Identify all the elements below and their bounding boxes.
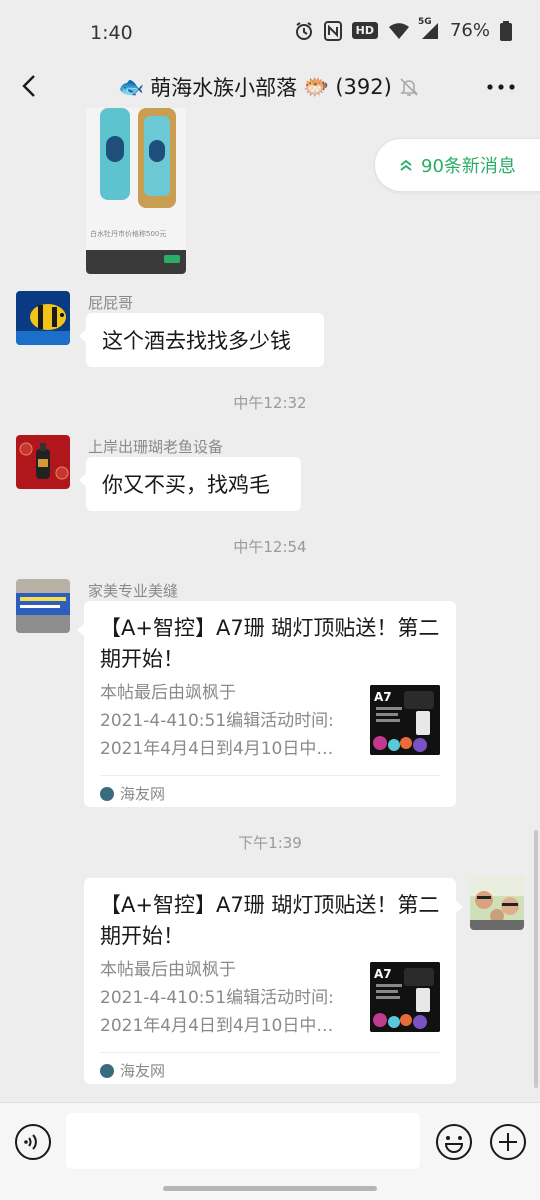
sender-name: 家美专业美缝 — [88, 582, 179, 600]
link-thumbnail: A7 — [370, 685, 440, 755]
chat-area[interactable]: 白水牡丹市价格称500元 90条新消息 屁屁哥 这个酒去找找多少钱 中午12:3… — [0, 108, 540, 1102]
emoji-icon — [436, 1124, 472, 1160]
message-bubble[interactable]: 这个酒去找找多少钱 — [79, 313, 324, 367]
thumb-label: A7 — [374, 967, 392, 981]
fish-avatar-image — [16, 291, 70, 345]
status-time: 1:40 — [90, 22, 133, 44]
link-source: 海友网 — [100, 783, 165, 804]
link-desc-line: 2021-4-410:51编辑活动时间: — [100, 988, 334, 1008]
link-desc-line: 2021-4-410:51编辑活动时间: — [100, 711, 334, 731]
image-caption: 白水牡丹市价格称500元 — [90, 229, 166, 238]
message-text: 这个酒去找找多少钱 — [102, 329, 291, 353]
more-button[interactable] — [486, 78, 516, 90]
source-name: 海友网 — [120, 1062, 166, 1080]
liquor-bottles-image: 白水牡丹市价格称500元 — [86, 108, 186, 274]
thumb-label: A7 — [374, 690, 392, 704]
link-description: 本帖最后由飒枫于 2021-4-410:51编辑活动时间: 2021年4月4日到… — [100, 679, 354, 763]
time-separator: 下午1:39 — [238, 834, 302, 852]
title-emoji-right: 🐡 — [303, 74, 330, 99]
title-emoji-left: 🐟 — [118, 74, 145, 99]
new-messages-label: 90条新消息 — [421, 156, 516, 177]
sender-name: 上岸出珊瑚老鱼设备 — [88, 438, 224, 456]
wifi-icon — [388, 22, 410, 40]
message-input[interactable] — [66, 1113, 420, 1169]
status-bar: 1:40 HD 5G 76% — [0, 0, 540, 64]
emoji-button[interactable] — [435, 1123, 473, 1161]
home-indicator[interactable] — [163, 1186, 377, 1191]
chat-title: 🐟 萌海水族小部落 🐡 (392) — [118, 72, 420, 102]
sender-name: 屁屁哥 — [88, 294, 134, 312]
group-name: 萌海水族小部落 — [150, 76, 298, 100]
message-text: 你又不买，找鸡毛 — [102, 473, 270, 497]
alarm-icon — [294, 21, 314, 41]
back-icon — [22, 75, 35, 97]
link-title: 【A+智控】A7珊 瑚灯顶贴送！第二期开始！ — [100, 616, 440, 671]
network-label: 5G — [417, 16, 432, 27]
link-title: 【A+智控】A7珊 瑚灯顶贴送！第二期开始！ — [100, 893, 440, 948]
link-divider — [100, 775, 440, 776]
my-avatar[interactable] — [470, 876, 524, 930]
plus-icon — [490, 1124, 526, 1160]
avatar[interactable] — [16, 579, 70, 633]
hd-icon: HD — [351, 22, 378, 39]
voice-icon — [15, 1124, 51, 1160]
plus-button[interactable] — [489, 1123, 527, 1161]
scrollbar[interactable] — [534, 830, 538, 1088]
link-thumbnail: A7 — [370, 962, 440, 1032]
image-message[interactable]: 白水牡丹市价格称500元 — [86, 108, 186, 274]
voice-button[interactable] — [14, 1123, 52, 1161]
signal-icon: 5G — [418, 17, 440, 41]
link-divider — [100, 1052, 440, 1053]
back-button[interactable] — [14, 70, 46, 102]
link-description: 本帖最后由飒枫于 2021-4-410:51编辑活动时间: 2021年4月4日到… — [100, 956, 354, 1040]
link-desc-line: 2021年4月4日到4月10日中… — [100, 1016, 334, 1036]
status-icons: HD 5G 76% — [294, 17, 512, 41]
avatar[interactable] — [16, 435, 70, 489]
new-messages-button[interactable]: 90条新消息 — [374, 138, 540, 192]
member-count: (392) — [335, 75, 392, 99]
avatar[interactable] — [16, 291, 70, 345]
battery-label: 76% — [449, 20, 490, 41]
link-source: 海友网 — [100, 1060, 165, 1081]
link-desc-line: 本帖最后由飒枫于 — [100, 960, 236, 980]
nav-bar: 🐟 萌海水族小部落 🐡 (392) — [0, 64, 540, 108]
link-card[interactable]: 【A+智控】A7珊 瑚灯顶贴送！第二期开始！ 本帖最后由飒枫于 2021-4-4… — [84, 878, 463, 1084]
more-icon — [487, 84, 515, 90]
red-avatar-image — [16, 435, 70, 489]
source-logo-icon — [100, 1063, 114, 1078]
link-card[interactable]: 【A+智控】A7珊 瑚灯顶贴送！第二期开始！ 本帖最后由飒枫于 2021-4-4… — [77, 601, 456, 807]
time-separator: 中午12:32 — [233, 394, 307, 412]
family-photo-avatar-image — [470, 876, 524, 930]
message-bubble[interactable]: 你又不买，找鸡毛 — [79, 457, 301, 511]
store-avatar-image — [16, 579, 70, 633]
source-logo-icon — [100, 786, 114, 801]
source-name: 海友网 — [120, 785, 166, 803]
mute-icon — [398, 76, 420, 98]
battery-icon — [500, 20, 512, 41]
link-desc-line: 本帖最后由飒枫于 — [100, 683, 236, 703]
nfc-icon — [323, 20, 342, 41]
time-separator: 中午12:54 — [233, 538, 307, 556]
double-chevron-up-icon — [400, 159, 412, 171]
link-desc-line: 2021年4月4日到4月10日中… — [100, 739, 334, 759]
